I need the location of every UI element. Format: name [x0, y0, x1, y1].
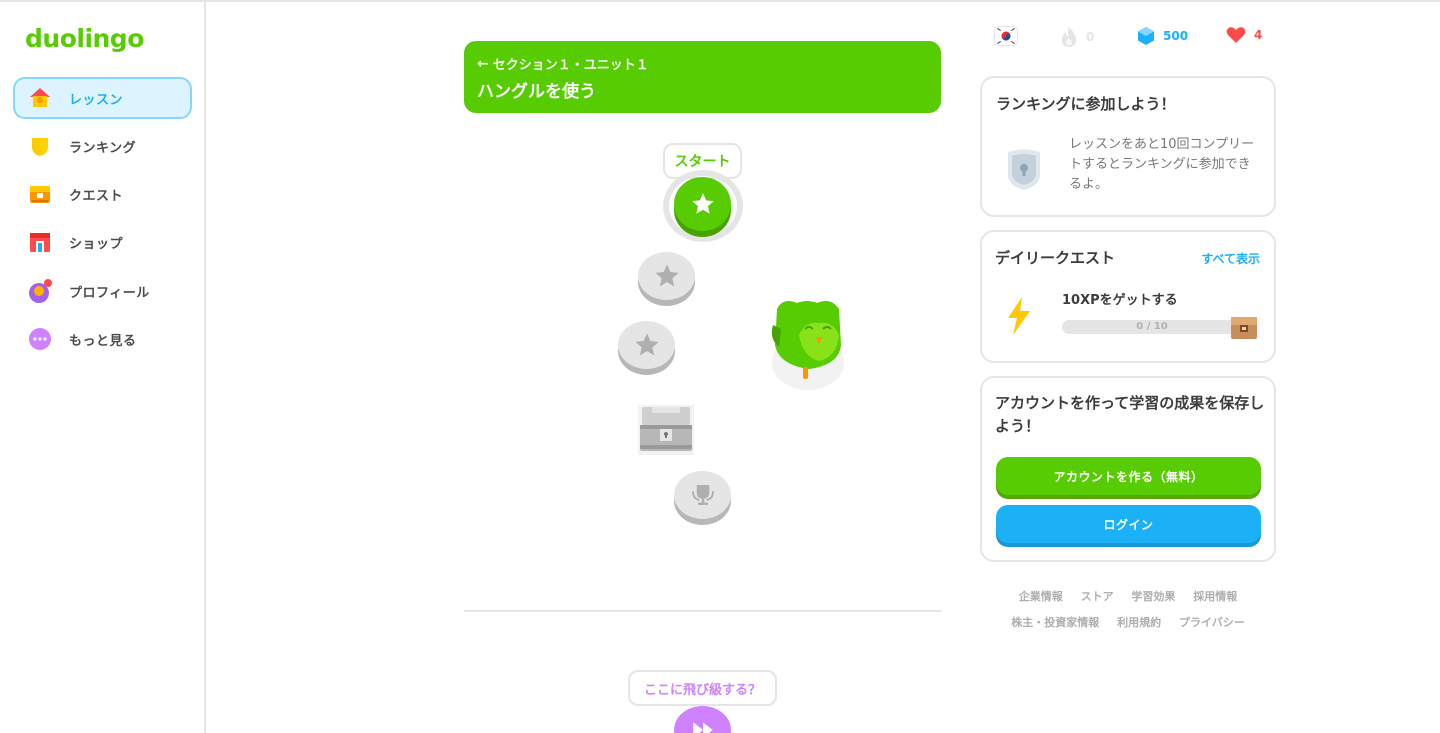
quest-label: 10XPをゲットする [1062, 293, 1178, 308]
heart-icon [1226, 27, 1246, 43]
trophy-node[interactable] [674, 471, 731, 519]
unit-header: ← セクション１・ユニット１ ハングルを使う [464, 41, 941, 113]
duolingo-logo[interactable]: duolingo [25, 24, 144, 53]
treasure-chest-icon [27, 181, 53, 207]
stats-bar: 0 500 4 [990, 26, 1276, 52]
lesson-node-active[interactable] [674, 177, 731, 231]
ranking-card-title: ランキングに参加しよう！ [996, 95, 1176, 113]
section-divider [464, 610, 941, 612]
language-selector[interactable] [994, 26, 1018, 46]
lightning-icon [1004, 296, 1034, 340]
sidebar-item-label: ランキング [69, 140, 137, 156]
daily-quest-card: デイリークエスト すべて表示 10XPをゲットする 0 / 10 [980, 230, 1276, 363]
start-label: スタート [674, 154, 731, 170]
star-icon [634, 333, 659, 356]
create-account-card: アカウントを作って学習の成果を保存しよう！ アカウントを作る（無料） ログイン [980, 376, 1276, 562]
treasure-chest-icon [638, 405, 694, 455]
flame-icon [1062, 27, 1076, 47]
arrow-left-icon: ← [477, 55, 489, 72]
shield-icon [27, 133, 53, 159]
unit-back-link[interactable]: ← セクション１・ユニット１ [477, 54, 928, 74]
footer-link-privacy[interactable]: プライバシー [1179, 616, 1245, 629]
gems-counter[interactable]: 500 [1137, 26, 1188, 46]
quest-progress-bar: 0 / 10 [1062, 320, 1242, 334]
jump-ahead-node[interactable] [674, 706, 731, 733]
footer-link-store[interactable]: ストア [1081, 590, 1114, 603]
footer-link-terms[interactable]: 利用規約 [1117, 616, 1161, 629]
view-all-link[interactable]: すべて表示 [1201, 250, 1260, 267]
sidebar-item-label: もっと見る [69, 333, 137, 349]
top-border [0, 0, 1440, 2]
footer-link-efficacy[interactable]: 学習効果 [1131, 590, 1175, 603]
footer-links-row2: 株主・投資家情報 利用規約 プライバシー [980, 614, 1276, 630]
create-account-button[interactable]: アカウントを作る（無料） [996, 457, 1261, 495]
hearts-counter[interactable]: 4 [1226, 26, 1262, 44]
footer-link-company[interactable]: 企業情報 [1019, 590, 1063, 603]
korea-flag-icon [994, 26, 1018, 46]
unit-title: ハングルを使う [477, 82, 596, 102]
sidebar: duolingo レッスン ランキング クエスト ショップ プロフィール もっと… [0, 2, 206, 733]
lesson-node-locked[interactable] [638, 252, 695, 300]
footer-link-careers[interactable]: 採用情報 [1193, 590, 1237, 603]
streak-counter[interactable]: 0 [1060, 26, 1094, 48]
sidebar-item-shop[interactable]: ショップ [13, 221, 192, 263]
trophy-icon [691, 485, 714, 505]
footer-links-row1: 企業情報 ストア 学習効果 採用情報 [980, 588, 1276, 604]
sidebar-item-label: クエスト [69, 188, 124, 204]
ranking-card-text: レッスンをあと10回コンプリートするとランキングに参加できるよ。 [1069, 137, 1255, 192]
treasure-chest-reward-icon [1230, 314, 1258, 344]
fast-forward-icon [692, 722, 713, 733]
sidebar-item-label: ショップ [69, 236, 124, 252]
star-icon [654, 264, 679, 287]
login-button[interactable]: ログイン [996, 505, 1261, 543]
gem-icon [1138, 27, 1154, 45]
daily-quest-title: デイリークエスト [995, 249, 1116, 267]
jump-here-tooltip[interactable]: ここに飛び級する？ [628, 670, 777, 706]
avatar-icon [27, 278, 53, 304]
jump-label: ここに飛び級する？ [643, 682, 761, 698]
quest-progress-text: 0 / 10 [1136, 321, 1168, 332]
sidebar-item-more[interactable]: もっと見る [13, 318, 192, 360]
create-account-title: アカウントを作って学習の成果を保存しよう！ [995, 394, 1265, 435]
star-icon [691, 193, 714, 214]
sidebar-item-label: プロフィール [69, 285, 150, 301]
lesson-node-locked[interactable] [618, 321, 675, 369]
duo-owl-mascot [765, 295, 847, 391]
sidebar-item-label: レッスン [69, 92, 124, 108]
footer-link-investors[interactable]: 株主・投資家情報 [1011, 616, 1099, 629]
shop-icon [27, 229, 53, 255]
sidebar-item-profile[interactable]: プロフィール [13, 270, 192, 312]
gems-count: 500 [1163, 29, 1189, 43]
sidebar-item-ranking[interactable]: ランキング [13, 125, 192, 167]
sidebar-item-quests[interactable]: クエスト [13, 173, 192, 215]
home-icon [27, 85, 53, 111]
more-icon [27, 326, 53, 352]
ranking-card: ランキングに参加しよう！ レッスンをあと10回コンプリートするとランキングに参加… [980, 76, 1276, 217]
hearts-count: 4 [1254, 28, 1263, 42]
treasure-chest-node[interactable] [634, 403, 698, 457]
unit-subtitle: セクション１・ユニット１ [492, 58, 649, 73]
locked-shield-icon [1004, 148, 1044, 196]
streak-count: 0 [1086, 30, 1095, 44]
sidebar-item-lessons[interactable]: レッスン [13, 77, 192, 119]
